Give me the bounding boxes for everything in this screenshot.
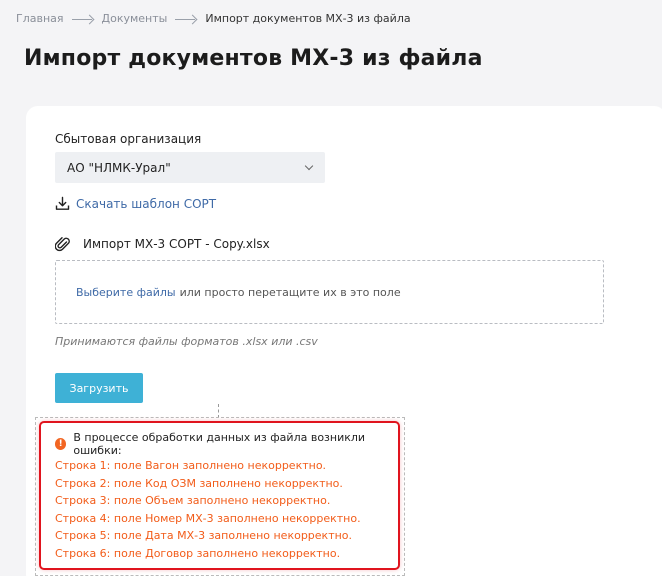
error-header: ! В процессе обработки данных из файла в… xyxy=(55,431,398,457)
paperclip-icon xyxy=(55,237,70,252)
breadcrumb-home[interactable]: Главная xyxy=(16,12,64,25)
error-item: Строка 5: поле Дата МХ-3 заполнено некор… xyxy=(55,529,353,543)
page-title: Импорт документов МХ-3 из файла xyxy=(24,46,483,71)
dropzone-hint: или просто перетащите их в это поле xyxy=(179,285,401,299)
org-select-value: АО "НЛМК-Урал" xyxy=(67,160,171,175)
download-icon xyxy=(55,196,70,210)
error-list: Строка 1: поле Вагон заполнено некоррект… xyxy=(55,457,361,563)
choose-files-link[interactable]: Выберите файлы xyxy=(76,286,176,299)
error-panel: ! В процессе обработки данных из файла в… xyxy=(39,421,400,570)
org-label: Сбытовая организация xyxy=(55,132,202,146)
error-item: Строка 2: поле Код ОЗМ заполнено некорре… xyxy=(55,476,343,490)
org-select[interactable]: АО "НЛМК-Урал" xyxy=(55,152,325,183)
upload-button[interactable]: Загрузить xyxy=(55,373,143,403)
arrow-right-icon xyxy=(175,14,197,24)
attached-file-name: Импорт МХ-3 СОРТ - Copy.xlsx xyxy=(83,237,270,251)
exclamation-circle-icon: ! xyxy=(55,438,67,450)
chevron-down-icon xyxy=(304,161,314,171)
error-item: Строка 1: поле Вагон заполнено некоррект… xyxy=(55,459,327,472)
download-template-link[interactable]: Скачать шаблон СОРТ xyxy=(55,196,216,211)
error-item: Строка 4: поле Номер МХ-3 заполнено неко… xyxy=(55,511,361,525)
dashed-connector xyxy=(218,404,219,418)
accepted-formats-note: Принимаются файлы форматов .xlsx или .cs… xyxy=(55,335,318,348)
error-header-text: В процессе обработки данных из файла воз… xyxy=(73,431,366,457)
arrow-right-icon xyxy=(71,14,94,24)
error-item: Строка 6: поле Договор заполнено некорре… xyxy=(55,546,341,560)
download-template-label: Скачать шаблон СОРТ xyxy=(76,196,217,211)
attached-file: Импорт МХ-3 СОРТ - Copy.xlsx xyxy=(55,236,270,252)
error-item: Строка 3: поле Объем заполнено некоррект… xyxy=(55,494,331,508)
breadcrumb-current: Импорт документов МХ-3 из файла xyxy=(205,12,411,25)
breadcrumb: Главная Документы Импорт документов МХ-3… xyxy=(16,12,411,25)
file-dropzone[interactable]: Выберите файлы или просто перетащите их … xyxy=(55,260,604,324)
breadcrumb-documents[interactable]: Документы xyxy=(102,12,168,25)
